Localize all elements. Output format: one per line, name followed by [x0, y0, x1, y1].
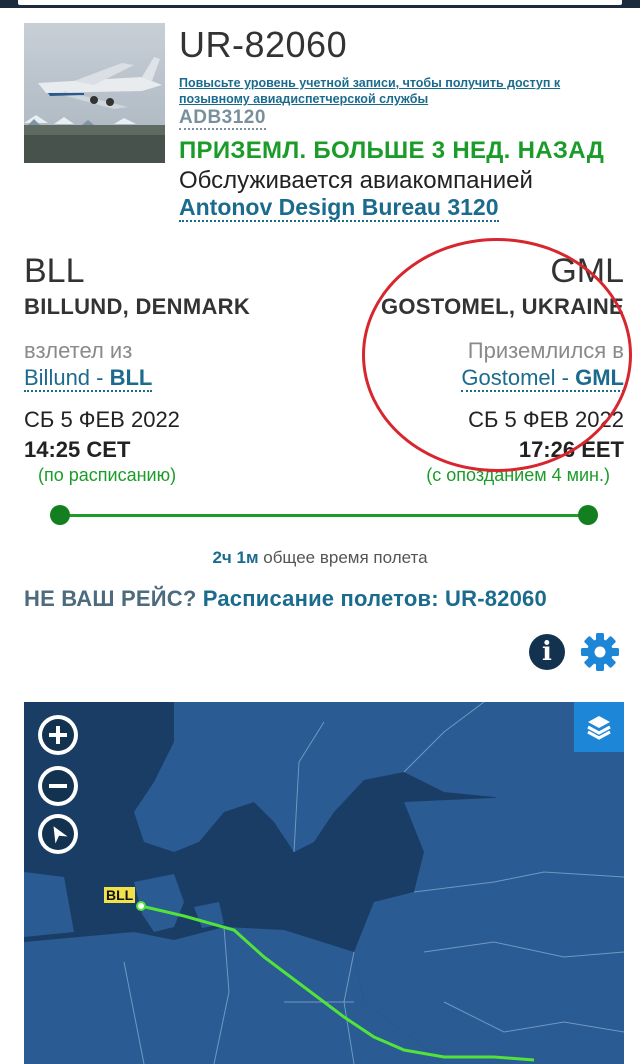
origin-iata: BLL [24, 252, 85, 290]
upgrade-account-link[interactable]: Повысьте уровень учетной записи, чтобы п… [179, 75, 619, 107]
compass-button[interactable] [38, 814, 78, 854]
map-image [24, 702, 624, 1064]
compass-icon [42, 818, 74, 850]
callsign[interactable]: ADB3120 [179, 108, 266, 130]
origin-city: BILLUND, DENMARK [24, 294, 251, 319]
flight-map[interactable] [24, 702, 624, 1064]
destination-progress-dot [578, 505, 598, 525]
zoom-out-button[interactable] [38, 766, 78, 806]
departure-note: (по расписанию) [38, 465, 177, 485]
departure-time: 14:25 CET [24, 437, 131, 462]
operated-by-label: Обслуживается авиакомпанией [179, 167, 533, 194]
flight-status: ПРИЗЕМЛ. БОЛЬШЕ 3 НЕД. НАЗАД [179, 137, 605, 164]
map-origin-label: BLL [104, 887, 136, 903]
origin-airport-name: Billund - [24, 365, 110, 390]
info-icon[interactable]: i [529, 634, 565, 670]
layers-button[interactable] [574, 702, 624, 752]
origin-progress-dot [50, 505, 70, 525]
duration-label: общее время полета [258, 548, 428, 567]
flight-progress-bar [60, 514, 588, 517]
search-bar[interactable] [18, 0, 622, 5]
layers-icon [587, 716, 611, 740]
zoom-in-icon [42, 719, 74, 751]
duration-value: 2ч 1м [212, 548, 259, 567]
aircraft-image [24, 23, 165, 163]
flight-schedule-link[interactable]: Расписание полетов: UR-82060 [203, 586, 547, 611]
zoom-out-icon [42, 770, 74, 802]
aircraft-photo[interactable] [24, 23, 165, 163]
registration: UR-82060 [179, 24, 348, 65]
departure-date: СБ 5 ФЕВ 2022 [24, 407, 180, 432]
gear-icon[interactable] [580, 632, 620, 672]
airline-link[interactable]: Antonov Design Bureau 3120 [179, 195, 499, 222]
not-your-flight: НЕ ВАШ РЕЙС? Расписание полетов: UR-8206… [24, 586, 547, 612]
zoom-in-button[interactable] [38, 715, 78, 755]
not-your-flight-label: НЕ ВАШ РЕЙС? [24, 586, 203, 611]
origin-airport-code: BLL [109, 365, 153, 390]
total-flight-time: 2ч 1м общее время полета [0, 548, 640, 568]
origin-airport-link[interactable]: Billund - BLL [24, 365, 153, 392]
departed-from-label: взлетел из [24, 338, 133, 363]
annotation-circle [362, 238, 632, 472]
